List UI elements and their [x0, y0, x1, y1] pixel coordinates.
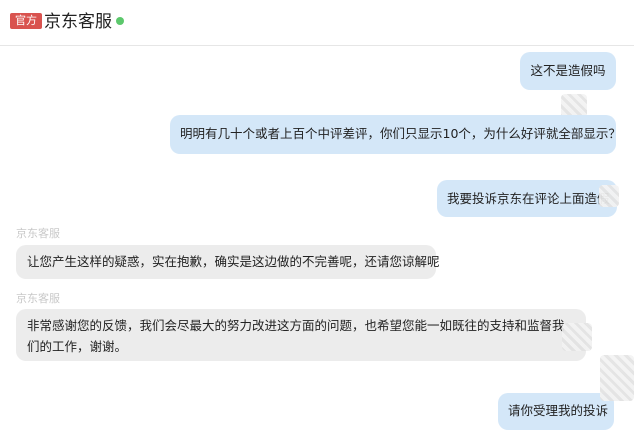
agent-message-1: 让您产生这样的疑惑，实在抱歉，确实是这边做的不完善呢，还请您谅解呢 [16, 245, 440, 279]
message-text: 我要投诉京东在评论上面造假 [447, 191, 610, 206]
agent-message-2: 非常感谢您的反馈，我们会尽最大的努力改进这方面的问题，也希望您能一如既往的支持和… [16, 309, 586, 361]
chat-title: 京东客服 [44, 12, 112, 32]
official-badge: 官方 [10, 13, 42, 29]
redacted-avatar [562, 323, 592, 351]
message-text: 这不是造假吗 [530, 63, 606, 78]
chat-header: 官方 京东客服 [0, 0, 634, 46]
message-text: 非常感谢您的反馈，我们会尽最大的努力改进这方面的问题，也希望您能一如既往的支持和… [27, 318, 565, 354]
chat-window: 官方 京东客服 这不是造假吗 明明有几十个或者上百个中评差评，你们只显示10个，… [0, 0, 634, 439]
message-text: 明明有几十个或者上百个中评差评，你们只显示10个，为什么好评就全部显示？ [180, 126, 621, 141]
redacted-avatar [599, 185, 619, 207]
sender-name: 京东客服 [16, 227, 60, 240]
message-text: 让您产生这样的疑惑，实在抱歉，确实是这边做的不完善呢，还请您谅解呢 [27, 254, 440, 269]
user-message-4: 请你受理我的投诉 [498, 393, 614, 430]
online-status-icon [116, 17, 124, 25]
user-message-3: 我要投诉京东在评论上面造假 [437, 180, 617, 217]
sender-name: 京东客服 [16, 292, 60, 305]
user-message-2: 明明有几十个或者上百个中评差评，你们只显示10个，为什么好评就全部显示？ [170, 115, 621, 154]
message-text: 请你受理我的投诉 [508, 403, 609, 418]
user-message-1: 这不是造假吗 [520, 52, 616, 90]
redacted-avatar [600, 355, 634, 401]
